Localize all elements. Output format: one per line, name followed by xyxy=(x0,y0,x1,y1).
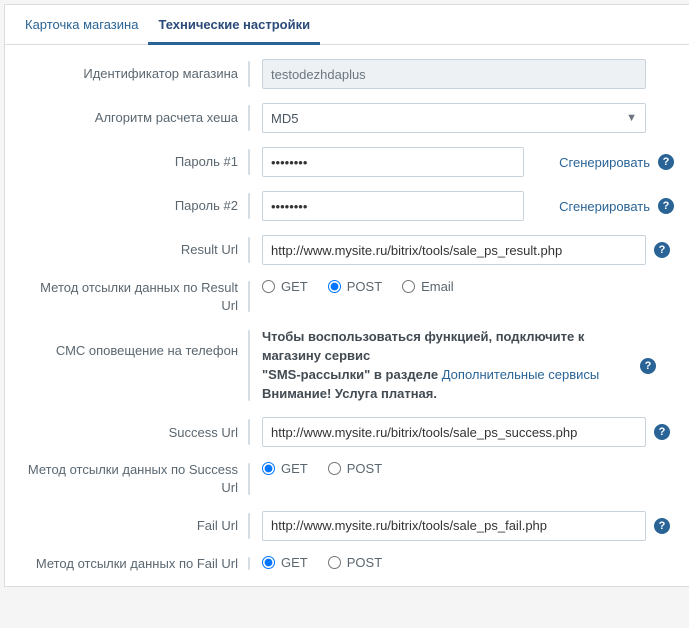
sms-services-link[interactable]: Дополнительные сервисы xyxy=(442,367,600,382)
success-method-group: GET POST xyxy=(262,461,382,476)
label-store-id: Идентификатор магазина xyxy=(23,65,248,83)
result-method-get[interactable]: GET xyxy=(262,279,308,294)
label-success-url: Success Url xyxy=(23,424,248,442)
row-password1: Пароль #1 Сгенерировать ? xyxy=(23,147,674,177)
radio-input[interactable] xyxy=(262,280,275,293)
result-method-post[interactable]: POST xyxy=(328,279,382,294)
radio-input[interactable] xyxy=(328,462,341,475)
label-password1: Пароль #1 xyxy=(23,153,248,171)
help-icon[interactable]: ? xyxy=(658,154,674,170)
form-body: Идентификатор магазина Алгоритм расчета … xyxy=(5,45,689,586)
result-method-group: GET POST Email xyxy=(262,279,454,294)
help-icon[interactable]: ? xyxy=(654,242,670,258)
tab-tech-settings[interactable]: Технические настройки xyxy=(148,5,320,45)
label-result-method: Метод отсылки данных по Result Url xyxy=(23,279,248,314)
help-icon[interactable]: ? xyxy=(640,358,656,374)
radio-input[interactable] xyxy=(262,556,275,569)
hash-algo-value: MD5 xyxy=(271,111,298,126)
generate-password2-link[interactable]: Сгенерировать xyxy=(559,199,650,214)
row-result-url: Result Url ? xyxy=(23,235,674,265)
row-hash-algo: Алгоритм расчета хеша MD5 ▼ xyxy=(23,103,674,133)
label-fail-url: Fail Url xyxy=(23,517,248,535)
help-icon[interactable]: ? xyxy=(658,198,674,214)
password2-input[interactable] xyxy=(262,191,524,221)
help-icon[interactable]: ? xyxy=(654,518,670,534)
row-success-method: Метод отсылки данных по Success Url GET … xyxy=(23,461,674,496)
hash-algo-select[interactable]: MD5 ▼ xyxy=(262,103,646,133)
success-method-get[interactable]: GET xyxy=(262,461,308,476)
tabs: Карточка магазина Технические настройки xyxy=(5,5,689,45)
row-password2: Пароль #2 Сгенерировать ? xyxy=(23,191,674,221)
label-password2: Пароль #2 xyxy=(23,197,248,215)
row-fail-url: Fail Url ? xyxy=(23,511,674,541)
help-icon[interactable]: ? xyxy=(654,424,670,440)
password1-input[interactable] xyxy=(262,147,524,177)
fail-method-group: GET POST xyxy=(262,555,382,570)
label-hash-algo: Алгоритм расчета хеша xyxy=(23,109,248,127)
row-success-url: Success Url ? xyxy=(23,417,674,447)
result-method-email[interactable]: Email xyxy=(402,279,454,294)
store-id-input xyxy=(262,59,646,89)
row-result-method: Метод отсылки данных по Result Url GET P… xyxy=(23,279,674,314)
fail-method-get[interactable]: GET xyxy=(262,555,308,570)
generate-password1-link[interactable]: Сгенерировать xyxy=(559,155,650,170)
fail-method-post[interactable]: POST xyxy=(328,555,382,570)
radio-input[interactable] xyxy=(328,280,341,293)
sms-notify-text: Чтобы воспользоваться функцией, подключи… xyxy=(262,328,632,403)
result-url-input[interactable] xyxy=(262,235,646,265)
radio-input[interactable] xyxy=(262,462,275,475)
row-sms-notify: СМС оповещение на телефон Чтобы воспольз… xyxy=(23,328,674,403)
label-result-url: Result Url xyxy=(23,241,248,259)
success-url-input[interactable] xyxy=(262,417,646,447)
row-fail-method: Метод отсылки данных по Fail Url GET POS… xyxy=(23,555,674,573)
settings-panel: Карточка магазина Технические настройки … xyxy=(4,4,689,587)
label-sms-notify: СМС оповещение на телефон xyxy=(23,328,248,360)
fail-url-input[interactable] xyxy=(262,511,646,541)
row-store-id: Идентификатор магазина xyxy=(23,59,674,89)
label-success-method: Метод отсылки данных по Success Url xyxy=(23,461,248,496)
radio-input[interactable] xyxy=(402,280,415,293)
label-fail-method: Метод отсылки данных по Fail Url xyxy=(23,555,248,573)
success-method-post[interactable]: POST xyxy=(328,461,382,476)
chevron-down-icon: ▼ xyxy=(626,112,637,124)
tab-store-card[interactable]: Карточка магазина xyxy=(15,5,148,44)
radio-input[interactable] xyxy=(328,556,341,569)
